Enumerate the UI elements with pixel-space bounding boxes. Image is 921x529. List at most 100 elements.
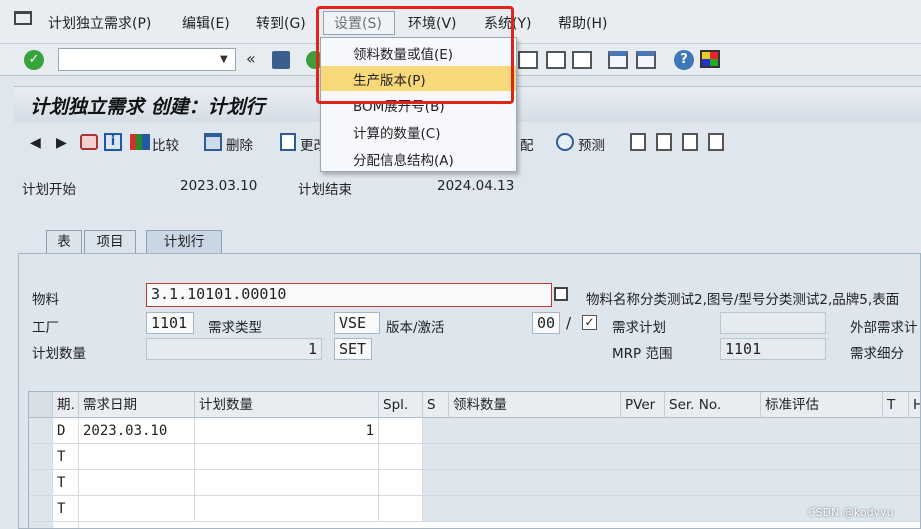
menu-option-calculated-qty[interactable]: 计算的数量(C) xyxy=(353,122,440,142)
customize-layout-icon[interactable] xyxy=(700,50,720,68)
active-checkbox[interactable]: ✓ xyxy=(582,315,597,330)
table-cell-req-date[interactable] xyxy=(79,444,195,470)
command-dropdown-icon[interactable]: ▼ xyxy=(220,54,228,65)
new-session-icon[interactable] xyxy=(608,51,628,69)
table-row-readonly-area xyxy=(423,444,920,470)
page-next-icon[interactable] xyxy=(572,51,592,69)
table-cell-period[interactable]: D xyxy=(53,418,79,444)
deselect-all-icon[interactable] xyxy=(708,133,724,151)
change-icon[interactable] xyxy=(280,133,296,151)
page-first-icon[interactable] xyxy=(518,51,538,69)
col-header-withdrawal-qty[interactable]: 领料数量 xyxy=(449,392,621,418)
save-icon[interactable] xyxy=(272,51,290,69)
menu-item-help[interactable]: 帮助(H) xyxy=(558,13,607,33)
version-label: 版本/激活 xyxy=(386,320,445,336)
row-selector[interactable] xyxy=(29,418,53,444)
mrp-area-label: MRP 范围 xyxy=(612,346,673,362)
delete-button[interactable]: 删除 xyxy=(226,134,253,154)
plan-start-label: 计划开始 xyxy=(22,182,76,198)
table-cell-spl[interactable] xyxy=(379,444,423,470)
plan-qty-label: 计划数量 xyxy=(32,346,86,362)
table-cell-spl[interactable] xyxy=(379,470,423,496)
table-cell-spl[interactable] xyxy=(379,418,423,444)
col-header-t[interactable]: T xyxy=(883,392,909,418)
command-field[interactable] xyxy=(58,48,236,71)
plan-end-label: 计划结束 xyxy=(298,182,352,198)
col-header-pver[interactable]: PVer xyxy=(621,392,665,418)
print-icon[interactable] xyxy=(80,134,98,150)
compare-button[interactable]: 比较 xyxy=(152,134,179,154)
page-prev-icon[interactable] xyxy=(546,51,566,69)
col-header-period[interactable]: 期. xyxy=(53,392,79,418)
info-icon[interactable]: i xyxy=(104,133,122,151)
table-cell-req-date[interactable]: 2023.03.10 xyxy=(79,418,195,444)
select-icon[interactable] xyxy=(630,133,646,151)
version-field[interactable]: 00 xyxy=(532,312,560,334)
menu-item-edit[interactable]: 编辑(E) xyxy=(182,13,230,33)
tab-table[interactable]: 表 xyxy=(46,230,82,254)
plan-start-value: 2023.03.10 xyxy=(180,178,258,194)
help-icon[interactable]: ? xyxy=(674,50,694,70)
copy-icon[interactable] xyxy=(554,287,568,301)
trash-icon[interactable] xyxy=(204,133,222,151)
table-cell-period[interactable]: T xyxy=(53,470,79,496)
table-row-readonly-area xyxy=(423,418,920,444)
col-header-s[interactable]: S xyxy=(423,392,449,418)
demand-plan-field xyxy=(720,312,826,334)
plan-qty-field: 1 xyxy=(146,338,322,360)
table-cell-period[interactable]: T xyxy=(53,496,79,522)
col-header-req-date[interactable]: 需求日期 xyxy=(79,392,195,418)
next-arrow-icon[interactable]: ▶ xyxy=(56,135,67,151)
csdn-watermark-label: CSDN @kodyyu xyxy=(808,506,894,519)
plant-label: 工厂 xyxy=(32,320,59,336)
row-selector[interactable] xyxy=(29,522,53,528)
tab-items[interactable]: 项目 xyxy=(84,230,136,254)
req-type-label: 需求类型 xyxy=(208,320,262,336)
table-cell-period[interactable]: T xyxy=(53,522,79,528)
row-selector[interactable] xyxy=(29,496,53,522)
plant-field[interactable]: 1101 xyxy=(146,312,194,334)
row-selector[interactable] xyxy=(29,444,53,470)
menu-option-assign-info-structure[interactable]: 分配信息结构(A) xyxy=(353,149,454,169)
material-description: 物料名称分类测试2,图号/型号分类测试2,品牌5,表面 xyxy=(586,292,900,308)
screen-title: 计划独立需求 创建：计划行 xyxy=(30,96,265,118)
table-cell-plan-qty[interactable] xyxy=(195,444,379,470)
forecast-button[interactable]: 预测 xyxy=(578,134,605,154)
assign-button[interactable]: 配 xyxy=(520,134,534,154)
shortcut-icon[interactable] xyxy=(636,51,656,69)
select-all-icon[interactable] xyxy=(682,133,698,151)
sap-menu-icon[interactable] xyxy=(14,11,32,25)
menu-item-goto[interactable]: 转到(G) xyxy=(256,13,306,33)
col-header-plan-qty[interactable]: 计划数量 xyxy=(195,392,379,418)
forecast-icon[interactable] xyxy=(556,133,574,151)
collapse-chevron-icon[interactable]: « xyxy=(246,49,256,68)
table-cell-plan-qty[interactable] xyxy=(195,470,379,496)
table-cell-req-date[interactable] xyxy=(79,496,195,522)
material-field[interactable]: 3.1.10101.00010 xyxy=(146,283,552,307)
compare-icon[interactable] xyxy=(130,134,150,150)
table-cell-plan-qty[interactable]: 1 xyxy=(195,418,379,444)
version-separator: / xyxy=(566,314,572,332)
table-cell-plan-qty[interactable] xyxy=(195,496,379,522)
plan-qty-unit-field[interactable]: SET xyxy=(334,338,372,360)
schedule-lines-table: 期. 需求日期 计划数量 Spl. S 领料数量 PVer Ser. No. 标… xyxy=(28,391,921,529)
select-block-icon[interactable] xyxy=(656,133,672,151)
table-cell-spl[interactable] xyxy=(379,496,423,522)
col-header-ser-no[interactable]: Ser. No. xyxy=(665,392,761,418)
table-cell-req-date[interactable] xyxy=(79,470,195,496)
prev-arrow-icon[interactable]: ◀ xyxy=(30,135,41,151)
ext-demand-label: 外部需求计 xyxy=(850,320,918,336)
demand-detail-label: 需求细分 xyxy=(850,346,904,362)
select-all-rows-cell[interactable] xyxy=(29,392,53,418)
req-type-field[interactable]: VSE xyxy=(334,312,380,334)
col-header-spl[interactable]: Spl. xyxy=(379,392,423,418)
menu-item-plan-independent-req[interactable]: 计划独立需求(P) xyxy=(48,13,151,33)
enter-check-icon[interactable]: ✓ xyxy=(24,50,44,70)
plan-end-value: 2024.04.13 xyxy=(437,178,515,194)
table-cell-period[interactable]: T xyxy=(53,444,79,470)
col-header-std-eval[interactable]: 标准评估 xyxy=(761,392,883,418)
tab-schedule-lines[interactable]: 计划行 xyxy=(146,230,222,254)
row-selector[interactable] xyxy=(29,470,53,496)
col-header-h[interactable]: H xyxy=(909,392,920,418)
demand-plan-label: 需求计划 xyxy=(612,320,666,336)
